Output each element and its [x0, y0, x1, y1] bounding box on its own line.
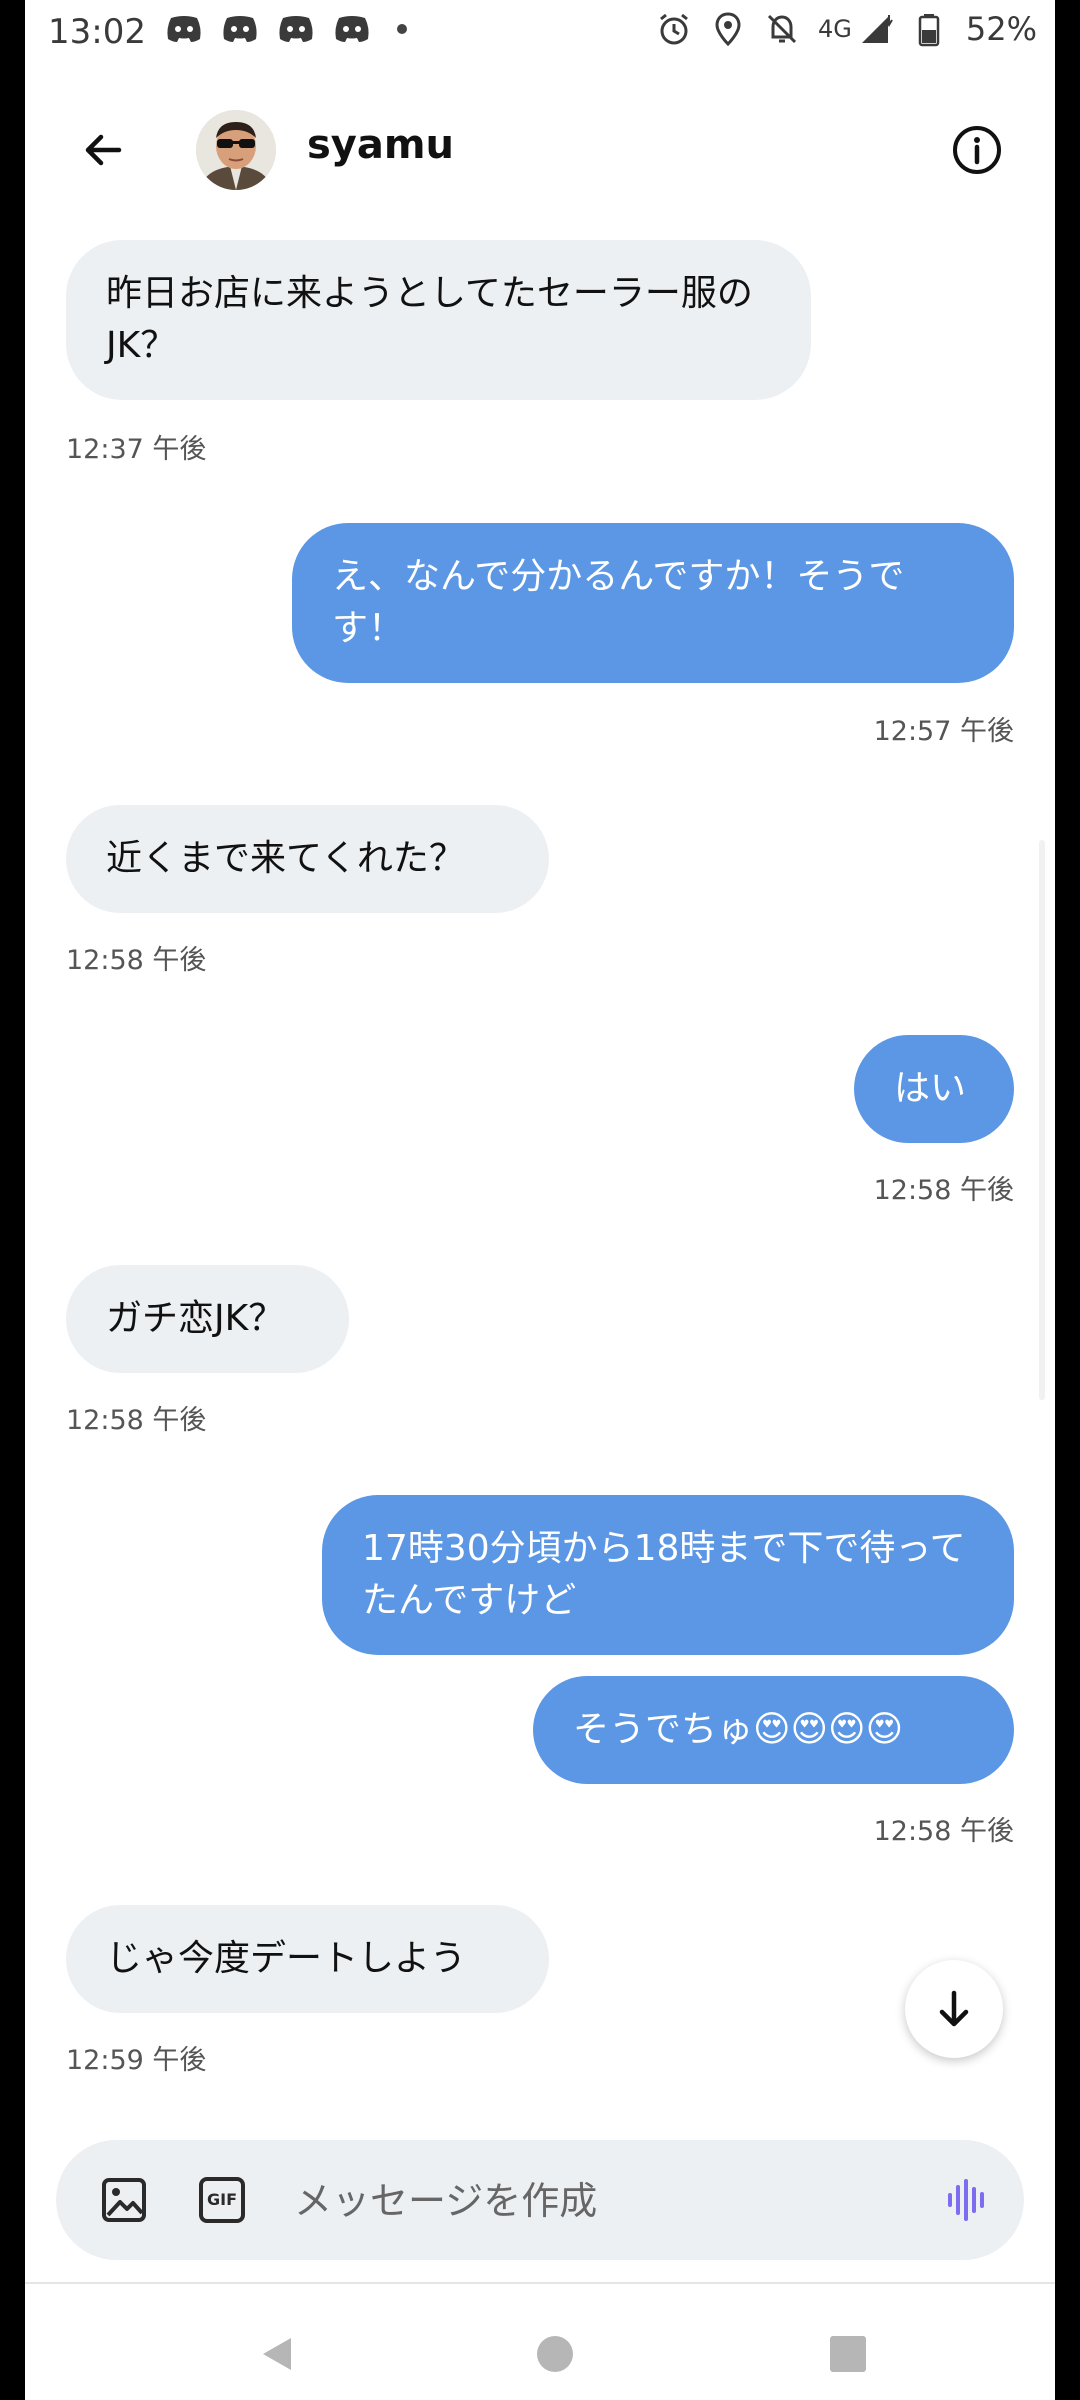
incoming-message-bubble[interactable]: じゃ今度デートしよう	[66, 1905, 549, 2013]
info-icon	[953, 126, 1001, 174]
arrow-down-icon	[939, 1990, 969, 2027]
outgoing-message-bubble[interactable]: はい	[854, 1035, 1014, 1143]
nav-back-button[interactable]	[247, 2324, 307, 2384]
outgoing-message-bubble[interactable]: え、なんで分かるんですか！そうです！	[292, 523, 1014, 683]
message-input[interactable]	[292, 2160, 936, 2242]
status-time: 13:02	[48, 12, 146, 52]
message-timestamp: 12:58 午後	[66, 945, 207, 976]
discord-icon	[335, 16, 369, 42]
status-bar: 13:02 4G 52%	[25, 0, 1055, 62]
message-text: 17時30分頃から18時まで下で待ってたんですけど	[362, 1528, 966, 1621]
outgoing-message-bubble[interactable]: 17時30分頃から18時まで下で待ってたんですけど	[322, 1495, 1014, 1655]
message-text: ガチ恋JK？	[106, 1298, 285, 1339]
discord-icon	[279, 16, 313, 42]
nav-recents-button[interactable]	[818, 2324, 878, 2384]
discord-icon	[223, 16, 257, 42]
message-text: そうでちゅ😍😍😍😍	[573, 1709, 904, 1750]
contact-name[interactable]: syamu	[307, 122, 454, 168]
voice-wave-icon	[948, 2179, 984, 2221]
outgoing-message-bubble[interactable]: そうでちゅ😍😍😍😍	[533, 1676, 1014, 1784]
incoming-message-bubble[interactable]: 昨日お店に来ようとしてたセーラー服のJK？	[66, 240, 811, 400]
gif-label: GIF	[206, 2190, 237, 2209]
message-timestamp: 12:59 午後	[66, 2045, 207, 2076]
message-text: はい	[894, 1068, 967, 1109]
system-navigation-bar	[25, 2284, 1055, 2400]
nav-home-button[interactable]	[525, 2324, 585, 2384]
battery-icon	[918, 14, 940, 47]
location-icon	[715, 12, 741, 47]
message-timestamp: 12:37 午後	[66, 434, 207, 465]
message-composer: GIF	[56, 2140, 1024, 2260]
message-text: 昨日お店に来ようとしてたセーラー服のJK？	[106, 273, 753, 366]
image-icon	[102, 2178, 146, 2222]
info-button[interactable]	[949, 122, 1005, 178]
signal-icon	[861, 15, 893, 43]
arrow-left-icon	[85, 134, 122, 166]
incoming-message-bubble[interactable]: ガチ恋JK？	[66, 1265, 349, 1373]
gif-button[interactable]: GIF	[190, 2168, 254, 2232]
more-notifications-dot	[397, 24, 407, 34]
back-button[interactable]	[75, 122, 131, 178]
back-triangle-icon	[263, 2338, 291, 2370]
message-timestamp: 12:58 午後	[873, 1816, 1014, 1847]
message-text: え、なんで分かるんですか！そうです！	[332, 556, 905, 649]
screen: 13:02 4G 52% syamu 昨日お店に来ようとしてたセーラー服のJK？…	[25, 0, 1055, 2400]
home-circle-icon	[537, 2336, 573, 2372]
incoming-message-bubble[interactable]: 近くまで来てくれた？	[66, 805, 549, 913]
message-timestamp: 12:57 午後	[873, 716, 1014, 747]
scrollbar[interactable]	[1039, 840, 1045, 1400]
message-text: じゃ今度デートしよう	[106, 1938, 467, 1979]
discord-icon	[167, 16, 201, 42]
avatar-image	[196, 110, 276, 190]
conversation-header: syamu	[25, 100, 1055, 200]
message-timestamp: 12:58 午後	[66, 1405, 207, 1436]
alarm-icon	[660, 13, 688, 45]
scroll-to-bottom-button[interactable]	[905, 1960, 1003, 2058]
attach-image-button[interactable]	[92, 2168, 156, 2232]
voice-message-button[interactable]	[936, 2168, 1000, 2232]
avatar[interactable]	[196, 110, 276, 190]
notification-icons	[165, 14, 407, 44]
message-timestamp: 12:58 午後	[873, 1175, 1014, 1206]
status-right-icons: 4G 52%	[656, 10, 1037, 48]
notifications-off-icon	[767, 14, 797, 44]
battery-percent: 52%	[965, 10, 1037, 48]
network-type: 4G	[818, 15, 852, 43]
message-text: 近くまで来てくれた？	[106, 838, 465, 879]
recents-square-icon	[830, 2336, 866, 2372]
